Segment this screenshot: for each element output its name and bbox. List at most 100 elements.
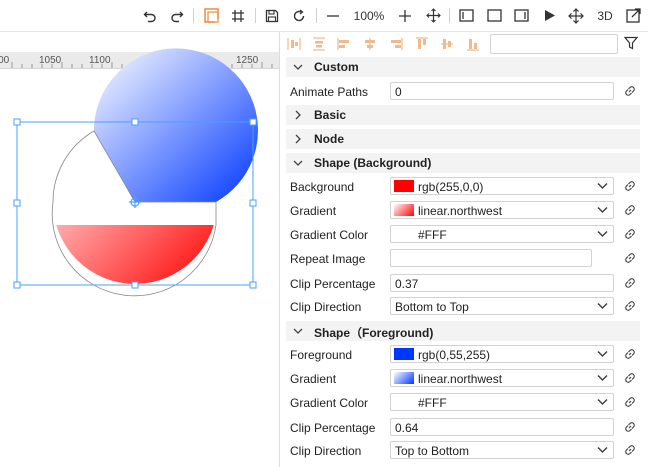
section-title: Shape (Background) xyxy=(314,156,432,170)
link-icon[interactable] xyxy=(623,227,637,241)
chevron-down-icon xyxy=(597,183,608,189)
fit-page-icon[interactable] xyxy=(485,5,503,26)
chevron-down-icon xyxy=(293,328,303,334)
section-shape-foreground[interactable]: Shape（Foreground) xyxy=(286,321,640,341)
property-panel: Custom Animate Paths 0 Basic Node Shape … xyxy=(280,32,648,467)
clip-direction-label: Clip Direction xyxy=(290,444,362,458)
chevron-right-icon xyxy=(295,134,301,144)
link-icon[interactable] xyxy=(623,251,637,265)
play-icon[interactable] xyxy=(540,5,558,26)
align-horizontal-center-icon[interactable] xyxy=(363,37,377,51)
diagram-canvas[interactable]: 1000 1050 1100 1150 1200 1250 xyxy=(0,32,279,467)
chevron-down-icon xyxy=(597,231,608,237)
background-select[interactable]: rgb(255,0,0) xyxy=(390,177,614,195)
3d-toggle[interactable]: 3D xyxy=(594,5,616,26)
grid-icon[interactable] xyxy=(229,5,247,26)
align-left-icon[interactable] xyxy=(287,37,301,51)
gradient-label: Gradient xyxy=(290,372,337,386)
link-icon[interactable] xyxy=(623,347,637,361)
section-basic[interactable]: Basic xyxy=(286,105,640,125)
gradient-swatch xyxy=(394,204,414,216)
repeat-image-field[interactable] xyxy=(390,249,592,267)
link-icon[interactable] xyxy=(623,276,637,290)
chevron-down-icon xyxy=(597,375,608,381)
link-icon[interactable] xyxy=(623,203,637,217)
clip-direction-select[interactable]: Bottom to Top xyxy=(390,297,614,315)
chevron-down-icon xyxy=(597,207,608,213)
gradient-color-select[interactable]: #FFF xyxy=(390,225,614,243)
align-left-edge-icon[interactable] xyxy=(337,37,351,51)
section-node[interactable]: Node xyxy=(286,129,640,149)
save-icon[interactable] xyxy=(263,5,281,26)
foreground-select[interactable]: rgb(0,55,255) xyxy=(390,345,614,363)
section-title: Custom xyxy=(314,60,359,74)
clip-percentage-label: Clip Percentage xyxy=(290,421,376,435)
field-value: rgb(255,0,0) xyxy=(418,180,484,194)
shape-foreground xyxy=(93,48,258,202)
link-icon[interactable] xyxy=(623,299,637,313)
animate-paths-field[interactable]: 0 xyxy=(390,82,614,100)
toolbar-divider xyxy=(193,8,194,23)
clip-percentage-field[interactable]: 0.37 xyxy=(390,274,614,292)
redo-icon[interactable] xyxy=(168,5,186,26)
clip-percentage-label: Clip Percentage xyxy=(290,277,376,291)
link-icon[interactable] xyxy=(623,84,637,98)
background-label: Background xyxy=(290,180,355,194)
reset-icon[interactable] xyxy=(290,5,308,26)
color-swatch xyxy=(394,180,414,192)
fit-width-icon[interactable] xyxy=(457,5,475,26)
snap-icon[interactable] xyxy=(202,5,220,26)
link-icon[interactable] xyxy=(623,443,637,457)
gradient-select[interactable]: linear.northwest xyxy=(390,369,614,387)
move-icon[interactable] xyxy=(567,5,585,26)
section-custom[interactable]: Custom xyxy=(286,57,640,77)
clip-direction-select[interactable]: Top to Bottom xyxy=(390,441,614,459)
filter-icon[interactable] xyxy=(624,36,638,50)
field-value: linear.northwest xyxy=(418,372,503,386)
zoom-out-icon[interactable] xyxy=(324,5,342,26)
field-value: #FFF xyxy=(418,396,447,410)
toolbar-divider xyxy=(255,8,256,23)
field-value: 0.64 xyxy=(395,421,419,435)
field-value: linear.northwest xyxy=(418,204,503,218)
clip-percentage-field[interactable]: 0.64 xyxy=(390,418,614,436)
section-title: Shape（Foreground) xyxy=(314,326,434,340)
gradient-label: Gradient xyxy=(290,204,337,218)
gradient-color-label: Gradient Color xyxy=(290,396,369,410)
section-title: Basic xyxy=(314,108,347,122)
zoom-in-icon[interactable] xyxy=(396,5,414,26)
chevron-down-icon xyxy=(293,64,303,70)
chevron-down-icon xyxy=(293,160,303,166)
chevron-down-icon xyxy=(597,399,608,405)
search-input[interactable] xyxy=(490,34,618,54)
align-top-icon[interactable] xyxy=(415,37,429,51)
gradient-select[interactable]: linear.northwest xyxy=(390,201,614,219)
link-icon[interactable] xyxy=(623,371,637,385)
fullscreen-icon[interactable] xyxy=(624,5,642,26)
gradient-swatch xyxy=(394,372,414,384)
clip-direction-label: Clip Direction xyxy=(290,300,362,314)
align-center-icon[interactable] xyxy=(312,37,326,51)
selected-shape[interactable] xyxy=(0,32,279,467)
undo-icon[interactable] xyxy=(141,5,159,26)
gradient-color-label: Gradient Color xyxy=(290,228,369,242)
field-value: Top to Bottom xyxy=(395,444,470,458)
color-swatch xyxy=(394,348,414,360)
fit-view-icon[interactable] xyxy=(512,5,530,26)
link-icon[interactable] xyxy=(623,179,637,193)
chevron-down-icon xyxy=(597,351,608,357)
link-icon[interactable] xyxy=(623,420,637,434)
gradient-color-select[interactable]: #FFF xyxy=(390,393,614,411)
chevron-down-icon xyxy=(597,447,608,453)
zoom-level: 100% xyxy=(353,8,385,23)
toolbar-divider xyxy=(316,8,317,23)
field-value: 0 xyxy=(395,85,402,99)
center-icon[interactable] xyxy=(424,5,442,26)
link-icon[interactable] xyxy=(623,395,637,409)
section-shape-background[interactable]: Shape (Background) xyxy=(286,153,640,173)
align-vertical-center-icon[interactable] xyxy=(440,37,454,51)
align-right-edge-icon[interactable] xyxy=(389,37,403,51)
top-toolbar: 100% 3D xyxy=(0,0,648,32)
align-toolbar xyxy=(280,32,648,56)
align-bottom-icon[interactable] xyxy=(466,37,480,51)
